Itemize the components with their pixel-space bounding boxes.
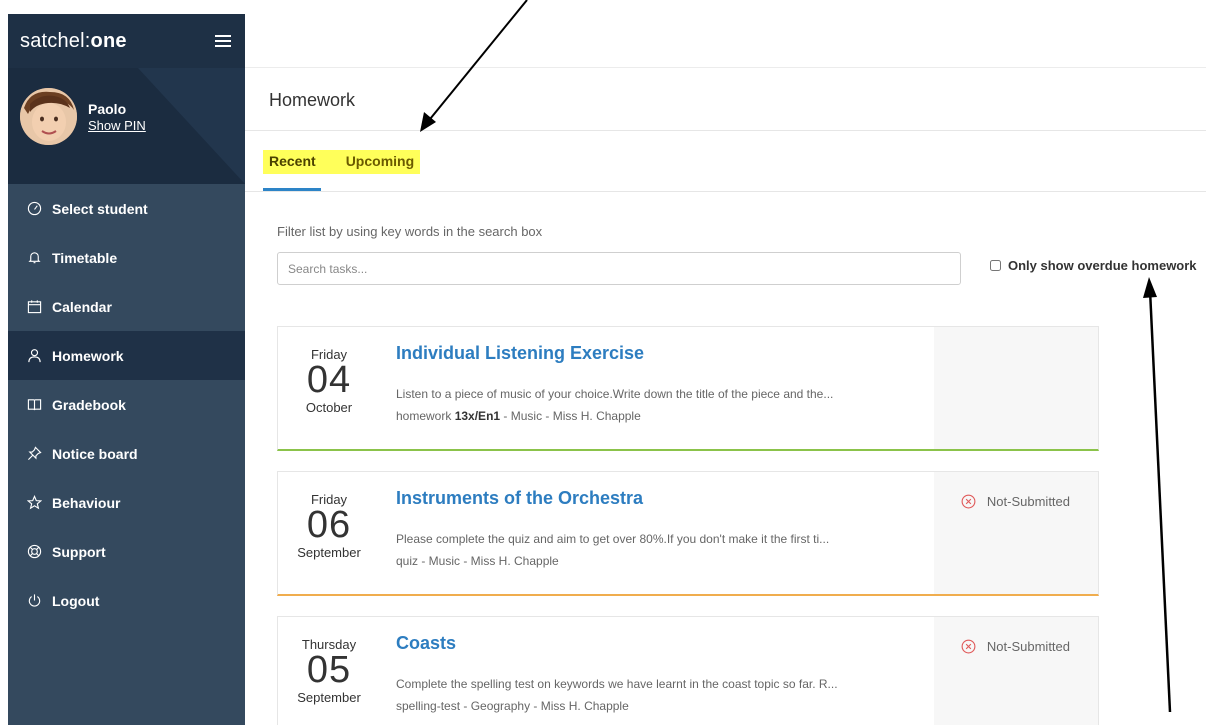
- dashboard-icon: [26, 201, 42, 217]
- pin-icon: [26, 446, 42, 462]
- sidebar-item-calendar[interactable]: Calendar: [8, 282, 245, 331]
- tab-upcoming[interactable]: Upcoming: [340, 150, 420, 174]
- task-description: Listen to a piece of music of your choic…: [396, 387, 834, 401]
- sidebar-item-label: Support: [52, 543, 106, 560]
- status-panel: [934, 472, 1098, 594]
- homework-card[interactable]: Friday 06 September Instruments of the O…: [277, 471, 1099, 596]
- task-description: Complete the spelling test on keywords w…: [396, 677, 838, 691]
- sidebar-item-logout[interactable]: Logout: [8, 576, 245, 625]
- brand-prefix: satchel:: [20, 29, 91, 52]
- tab-recent[interactable]: Recent: [263, 150, 322, 174]
- star-icon: [26, 495, 42, 511]
- sidebar-item-select-student[interactable]: Select student: [8, 184, 245, 233]
- sidebar-item-label: Timetable: [52, 249, 118, 266]
- profile-panel: Paolo Show PIN: [8, 68, 245, 184]
- sidebar-item-label: Calendar: [52, 298, 112, 315]
- status-badge: Not-Submitted: [961, 494, 1070, 509]
- brand-suffix: one: [90, 29, 127, 52]
- status-panel: [934, 617, 1098, 725]
- overdue-filter[interactable]: Only show overdue homework: [990, 258, 1197, 273]
- due-day: 06: [306, 504, 352, 546]
- not-submitted-icon: [961, 639, 976, 654]
- overdue-checkbox[interactable]: [990, 260, 1001, 271]
- task-meta: homework 13x/En1 - Music - Miss H. Chapp…: [396, 409, 641, 423]
- filter-hint: Filter list by using key words in the se…: [277, 224, 543, 239]
- brand-logo[interactable]: satchel:one: [20, 30, 127, 53]
- sidebar: satchel:one Paolo Show PIN Select studen…: [8, 14, 245, 725]
- brand-bar: satchel:one: [8, 14, 245, 68]
- calendar-icon: [26, 299, 42, 315]
- due-month: September: [297, 690, 361, 705]
- sidebar-item-timetable[interactable]: Timetable: [8, 233, 245, 282]
- sidebar-nav: Select student Timetable Calendar Homewo…: [8, 184, 245, 625]
- sidebar-item-label: Behaviour: [52, 494, 121, 511]
- page: satchel:one Paolo Show PIN Select studen…: [0, 0, 1206, 725]
- hamburger-menu-icon[interactable]: [215, 35, 231, 47]
- task-title-link[interactable]: Instruments of the Orchestra: [396, 488, 643, 509]
- show-pin-link[interactable]: Show PIN: [88, 118, 146, 133]
- due-date: Friday 04 October: [278, 347, 380, 415]
- due-date: Thursday 05 September: [278, 637, 380, 705]
- sidebar-item-gradebook[interactable]: Gradebook: [8, 380, 245, 429]
- profile-name: Paolo: [88, 101, 127, 117]
- due-day: 04: [306, 359, 352, 401]
- main-content: Homework Recent Upcoming Filter list by …: [245, 0, 1206, 725]
- user-icon: [26, 348, 42, 364]
- sidebar-item-homework[interactable]: Homework: [8, 331, 245, 380]
- book-icon: [26, 397, 42, 413]
- task-description: Please complete the quiz and aim to get …: [396, 532, 830, 546]
- search-input[interactable]: [277, 252, 961, 285]
- sidebar-item-support[interactable]: Support: [8, 527, 245, 576]
- not-submitted-icon: [961, 494, 976, 509]
- task-meta: quiz - Music - Miss H. Chapple: [396, 554, 559, 568]
- due-month: October: [305, 400, 353, 415]
- sidebar-item-label: Notice board: [52, 445, 138, 462]
- sidebar-item-label: Homework: [52, 347, 124, 364]
- status-panel: [934, 327, 1098, 449]
- tab-bar: Recent Upcoming: [263, 150, 421, 174]
- task-title-link[interactable]: Individual Listening Exercise: [396, 343, 644, 364]
- divider: [245, 130, 1206, 131]
- due-month: September: [297, 545, 361, 560]
- homework-card[interactable]: Friday 04 October Individual Listening E…: [277, 326, 1099, 451]
- bell-icon: [26, 250, 42, 266]
- due-day: 05: [306, 649, 352, 691]
- task-title-link[interactable]: Coasts: [396, 633, 456, 654]
- task-meta: spelling-test - Geography - Miss H. Chap…: [396, 699, 629, 713]
- page-title: Homework: [269, 90, 356, 110]
- due-date: Friday 06 September: [278, 492, 380, 560]
- sidebar-item-label: Select student: [52, 200, 148, 217]
- sidebar-item-behaviour[interactable]: Behaviour: [8, 478, 245, 527]
- lifebuoy-icon: [26, 544, 42, 560]
- divider: [245, 191, 1206, 192]
- sidebar-item-label: Gradebook: [52, 396, 126, 413]
- avatar[interactable]: [20, 88, 77, 145]
- power-icon: [26, 593, 42, 609]
- homework-card[interactable]: Thursday 05 September Coasts Complete th…: [277, 616, 1099, 725]
- sidebar-item-label: Logout: [52, 592, 100, 609]
- overdue-label: Only show overdue homework: [1008, 258, 1197, 273]
- top-bar: [245, 0, 1206, 68]
- status-badge: Not-Submitted: [961, 639, 1070, 654]
- sidebar-item-notice-board[interactable]: Notice board: [8, 429, 245, 478]
